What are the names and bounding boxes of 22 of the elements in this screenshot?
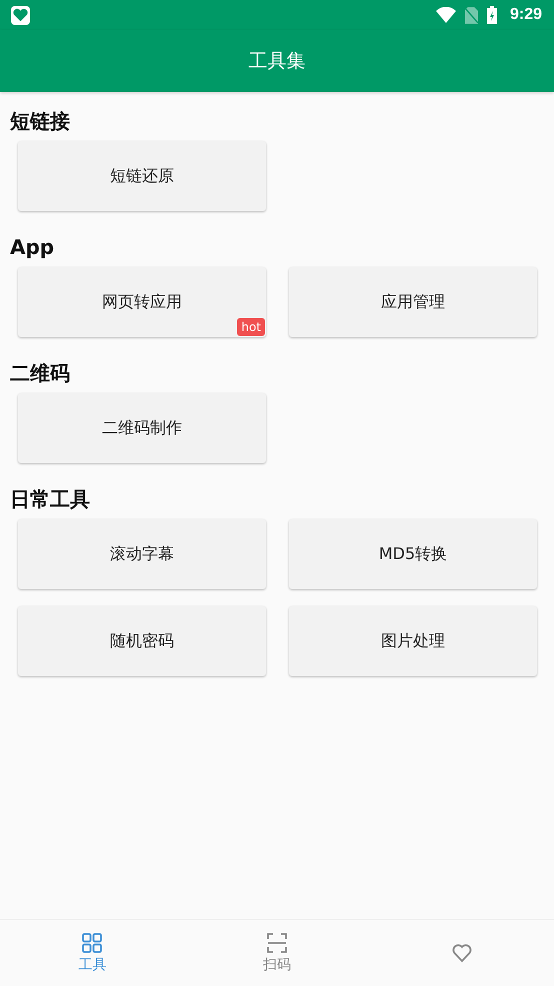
tool-button[interactable]: 网页转应用 hot: [18, 267, 266, 337]
tool-button[interactable]: 随机密码: [18, 606, 266, 676]
section-heading: App: [9, 234, 56, 261]
heart-icon: [452, 943, 472, 963]
wifi-icon: [436, 7, 456, 23]
scan-icon: [266, 932, 287, 952]
section-heading: 日常工具: [9, 486, 91, 512]
tool-button[interactable]: 二维码制作: [18, 393, 266, 463]
app-icon: [11, 6, 30, 24]
status-time: 9:29: [510, 6, 542, 24]
grid-icon: [82, 932, 102, 952]
section-heading: 短链接: [8, 108, 71, 134]
battery-icon: [486, 6, 497, 24]
hot-badge: hot: [237, 318, 265, 336]
tool-button[interactable]: 短链还原: [18, 141, 266, 211]
tool-button[interactable]: 滚动字幕: [18, 519, 266, 589]
section-heading: 二维码: [9, 360, 71, 386]
tool-button[interactable]: MD5转换: [289, 519, 537, 589]
app-bar-title: 工具集: [248, 49, 306, 74]
tool-button[interactable]: 图片处理: [289, 606, 537, 676]
tool-button[interactable]: 应用管理: [289, 267, 537, 337]
no-sim-icon: [464, 6, 478, 24]
